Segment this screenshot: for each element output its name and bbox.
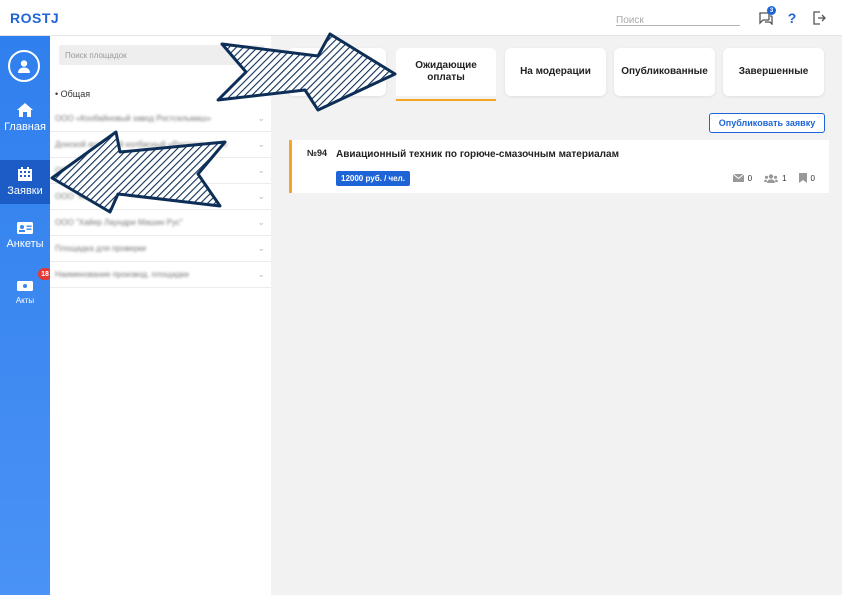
- nav-item-profiles[interactable]: Анкеты: [0, 214, 50, 258]
- building-icon: [18, 167, 32, 181]
- bookmarks-stat[interactable]: 0: [798, 173, 815, 183]
- site-name: ООО «Кировец»: [55, 166, 117, 175]
- global-search-input[interactable]: [616, 15, 740, 26]
- users-icon: [764, 173, 779, 183]
- user-icon: [18, 60, 30, 73]
- help-icon[interactable]: ?: [783, 9, 801, 27]
- nav-item-home[interactable]: Главная: [0, 96, 50, 140]
- tab-awaiting-payment[interactable]: Ожидающие оплаты: [396, 48, 496, 96]
- nav-item-label: Главная: [4, 121, 46, 133]
- site-name: Площадка для проверки: [55, 244, 147, 253]
- top-bar: ROSTJ 3 ?: [0, 0, 842, 36]
- bookmark-icon: [798, 173, 807, 183]
- global-search[interactable]: [616, 10, 740, 26]
- general-site-label[interactable]: • Общая: [55, 89, 90, 99]
- app-logo[interactable]: ROSTJ: [10, 10, 59, 26]
- messages-count: 0: [747, 173, 753, 183]
- list-item[interactable]: Площадка для проверки ⌄: [50, 236, 271, 262]
- document-icon: [17, 280, 33, 291]
- main-nav: Главная Заявки Анкеты 18 Акты: [0, 36, 52, 595]
- list-item[interactable]: Донской аграрный колбасный «Ростсельмаш»…: [50, 132, 271, 158]
- sites-panel: • Общая ООО «Кообайновый завод Ростсельм…: [50, 36, 271, 595]
- list-item[interactable]: Наименование производ. площадки ⌄: [50, 262, 271, 288]
- nav-item-acts[interactable]: 18 Акты: [0, 268, 52, 314]
- chevron-down-icon: ⌄: [257, 269, 265, 279]
- price-badge: 12000 руб. / чел.: [336, 171, 410, 186]
- home-icon: [17, 103, 33, 117]
- responses-count: 1: [782, 173, 787, 183]
- list-item[interactable]: ООО «Кообайновый завод Ростсельмаш» ⌄: [50, 106, 271, 132]
- id-card-icon: [17, 222, 33, 234]
- tab-published[interactable]: Опубликованные: [614, 48, 715, 96]
- nav-item-requests[interactable]: Заявки: [0, 160, 50, 204]
- nav-item-label: Анкеты: [6, 238, 44, 250]
- top-icons: 3 ?: [756, 6, 828, 27]
- bookmarks-count: 0: [810, 173, 815, 183]
- nav-item-label: Заявки: [7, 185, 43, 197]
- nav-item-label: Акты: [15, 295, 35, 305]
- chat-badge: 3: [767, 6, 776, 15]
- request-number: №94: [307, 148, 328, 158]
- active-tab-indicator: [396, 99, 496, 101]
- envelope-icon: [732, 174, 744, 182]
- site-name: Донской аграрный колбасный «Ростсельмаш»: [55, 140, 228, 149]
- request-card[interactable]: №94 Авиационный техник по горюче-смазочн…: [289, 140, 829, 193]
- tab-completed[interactable]: Завершенные: [723, 48, 824, 96]
- avatar[interactable]: [8, 50, 40, 82]
- site-name: ООО "Кастрюля": [55, 192, 118, 201]
- chevron-down-icon: ⌄: [257, 243, 265, 253]
- tab-moderation[interactable]: На модерации: [505, 48, 606, 96]
- list-item[interactable]: ООО «Кировец» ⌄: [50, 158, 271, 184]
- messages-stat[interactable]: 0: [732, 173, 753, 183]
- chevron-down-icon: ⌄: [257, 191, 265, 201]
- logout-icon[interactable]: [810, 9, 828, 27]
- list-item[interactable]: ООО "Кастрюля" ⌄: [50, 184, 271, 210]
- request-title[interactable]: Авиационный техник по горюче-смазочным м…: [336, 149, 619, 160]
- sites-list: ООО «Кообайновый завод Ростсельмаш» ⌄ Дон…: [50, 106, 271, 288]
- chevron-down-icon: ⌄: [257, 113, 265, 123]
- chevron-down-icon: ⌄: [257, 217, 265, 227]
- chat-icon[interactable]: 3: [756, 6, 776, 27]
- site-name: ООО «Кообайновый завод Ростсельмаш»: [55, 114, 212, 123]
- chevron-down-icon: ⌄: [257, 139, 265, 149]
- tab-drafts[interactable]: Черновики: [288, 48, 386, 96]
- site-name: Наименование производ. площадки: [55, 270, 189, 279]
- chevron-down-icon: ⌄: [257, 165, 265, 175]
- responses-stat[interactable]: 1: [764, 173, 787, 183]
- sites-search-input[interactable]: [59, 45, 264, 66]
- list-item[interactable]: ООО "Хайер Лаундри Машин Рус" ⌄: [50, 210, 271, 236]
- sites-search[interactable]: [59, 45, 264, 66]
- site-name: ООО "Хайер Лаундри Машин Рус": [55, 218, 183, 227]
- publish-request-button[interactable]: Опубликовать заявку: [709, 113, 825, 133]
- request-stats: 0 1 0: [732, 173, 815, 183]
